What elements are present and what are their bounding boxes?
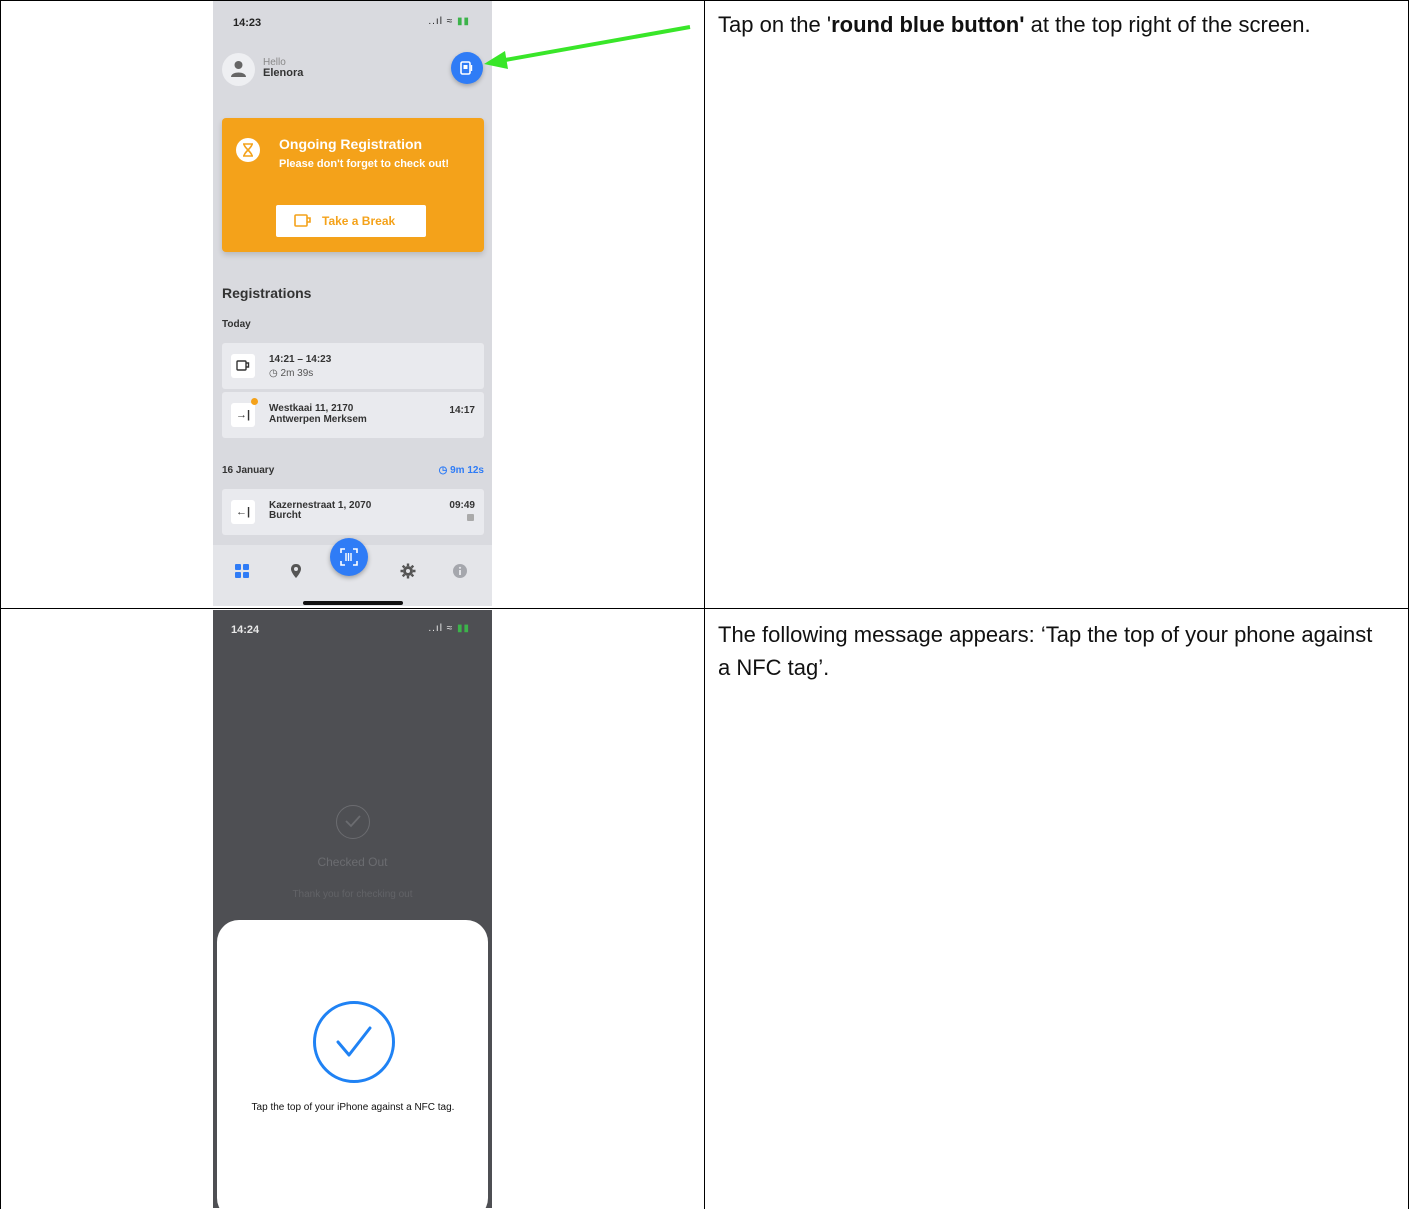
status-icons: ..ıl ≈ ▮▮	[428, 623, 470, 634]
check-out-arrow-icon: ←|	[231, 500, 255, 524]
status-time: 14:24	[231, 624, 260, 636]
document-table	[0, 0, 1409, 1209]
battery-icon: ▮▮	[456, 623, 470, 634]
today-label: Today	[222, 319, 251, 330]
registration-address-line2: Burcht	[269, 510, 302, 521]
nfc-ready-check-icon	[313, 1001, 395, 1083]
day-label-16-january: 16 January	[222, 465, 275, 476]
card-subtitle: Please don't forget to check out!	[279, 158, 450, 170]
instruction-row1: Tap on the 'round blue button' at the to…	[718, 8, 1378, 41]
table-border-left	[0, 0, 1, 1209]
round-blue-button[interactable]	[451, 52, 483, 84]
day-total-duration: ◷ 9m 12s	[438, 465, 484, 476]
ongoing-registration-card: Ongoing Registration Please don't forget…	[222, 118, 484, 252]
registration-duration: ◷ 2m 39s	[269, 368, 314, 379]
coffee-cup-icon	[294, 214, 311, 227]
signal-wifi-icon: ..ıl ≈	[428, 623, 454, 634]
instruction-bold-text: round blue button'	[831, 12, 1025, 37]
registration-row-checkin[interactable]: →| Westkaai 11, 2170 Antwerpen Merksem 1…	[222, 392, 484, 438]
checked-out-title: Checked Out	[317, 855, 388, 869]
take-a-break-label: Take a Break	[322, 214, 396, 228]
home-indicator	[303, 601, 403, 605]
table-column-divider	[704, 0, 705, 1209]
phone-screenshot-home: 14:23 ..ıl ≈ ▮▮ Hello Elenora Ongoing Re…	[213, 1, 492, 606]
nfc-tag-icon	[467, 514, 474, 521]
instruction-text-end: at the top right of the screen.	[1024, 12, 1311, 37]
status-time: 14:23	[233, 17, 262, 29]
registration-address-line1: Westkaai 11, 2170	[269, 403, 354, 414]
checked-out-subtitle: Thank you for checking out	[292, 889, 413, 900]
phone-screenshot-nfc: 14:24 ..ıl ≈ ▮▮ Checked Out Thank you fo…	[213, 610, 492, 1208]
registration-time: 14:17	[449, 405, 475, 416]
registration-times: 14:21 – 14:23	[269, 354, 332, 365]
location-pin-icon[interactable]	[288, 563, 304, 579]
checkmark-icon	[336, 805, 370, 839]
nfc-scan-sheet: Tap the top of your iPhone against a NFC…	[217, 920, 488, 1208]
user-name: Elenora	[263, 67, 304, 79]
battery-icon: ▮▮	[456, 16, 470, 27]
bottom-tab-bar	[213, 538, 492, 606]
registration-time: 09:49	[449, 500, 475, 511]
user-icon	[231, 61, 246, 77]
table-row-divider	[0, 608, 1409, 609]
coffee-cup-icon	[231, 354, 255, 378]
status-dot	[251, 398, 258, 405]
registration-row-checkout[interactable]: ←| Kazernestraat 1, 2070 Burcht 09:49	[222, 489, 484, 535]
card-title: Ongoing Registration	[279, 136, 423, 152]
registrations-heading: Registrations	[222, 285, 312, 301]
hourglass-icon	[236, 138, 260, 162]
registration-address-line2: Antwerpen Merksem	[269, 414, 367, 425]
instruction-row2: The following message appears: ‘Tap the …	[718, 622, 1373, 680]
registration-row-break[interactable]: 14:21 – 14:23 ◷ 2m 39s	[222, 343, 484, 389]
settings-gear-icon[interactable]	[400, 563, 416, 579]
check-in-arrow-icon: →|	[231, 403, 255, 427]
scan-button[interactable]	[330, 538, 368, 576]
take-a-break-button[interactable]: Take a Break	[276, 205, 426, 237]
instruction-text: Tap on the '	[718, 12, 832, 37]
nfc-scan-icon	[460, 61, 473, 75]
table-border-top	[0, 0, 1409, 1]
info-icon[interactable]	[452, 563, 468, 579]
table-border-right	[1408, 0, 1409, 1209]
signal-wifi-icon: ..ıl ≈	[428, 16, 454, 27]
nfc-instruction-message: Tap the top of your iPhone against a NFC…	[251, 1102, 455, 1113]
dashboard-grid-icon[interactable]	[234, 563, 250, 579]
barcode-scan-icon	[340, 548, 358, 566]
avatar[interactable]	[222, 53, 255, 86]
status-icons: ..ıl ≈ ▮▮	[428, 16, 470, 27]
